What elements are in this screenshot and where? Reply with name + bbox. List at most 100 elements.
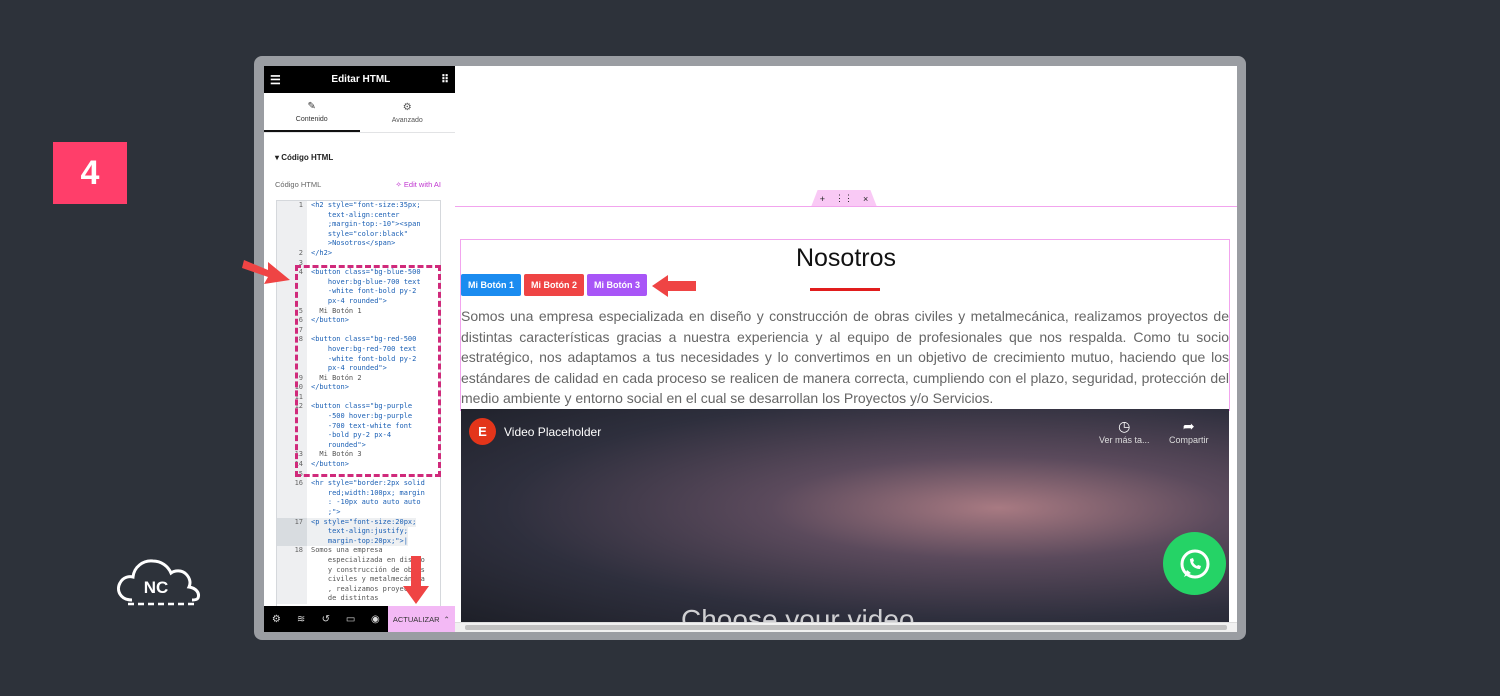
code-line[interactable]: ;margin-top:-10"><span: [277, 220, 440, 230]
scrollbar-thumb[interactable]: [465, 625, 1227, 630]
code-line[interactable]: text-align:center: [277, 210, 440, 221]
code-text: <p style="font-size:20px;: [307, 517, 417, 528]
nc-cloud-logo: NC: [114, 552, 204, 610]
whatsapp-icon[interactable]: [1163, 532, 1226, 595]
settings-icon[interactable]: ⚙: [264, 614, 289, 625]
step-number-badge: 4: [53, 142, 127, 204]
code-line[interactable]: 17 <p style="font-size:20px;: [277, 517, 440, 528]
section-title-label: Código HTML: [281, 153, 334, 162]
gear-icon: ⚙: [402, 101, 412, 113]
code-text: >Nosotros</span>: [311, 239, 396, 248]
elementor-logo-icon: E: [469, 418, 496, 445]
pencil-icon: ✎: [307, 100, 316, 112]
line-number: [277, 488, 307, 499]
arrow-left-icon: [652, 275, 696, 297]
editor-bottom-bar: ⚙ ≋ ↺ ▭ ◉ ACTUALIZAR ⌃: [264, 606, 455, 632]
code-text: ;margin-top:-10"><span: [311, 220, 421, 229]
code-line[interactable]: 1 <h2 style="font-size:35px;: [277, 201, 440, 211]
preview-canvas: + ⋮⋮ × Nosotros Mi Botón 1 Mi Botón 2 Mi…: [455, 66, 1237, 632]
line-number: 18: [277, 546, 307, 556]
edit-with-ai-link[interactable]: ✧ Edit with AI: [396, 180, 441, 189]
code-line[interactable]: 16 <hr style="border:2px solid: [277, 479, 440, 489]
mi-boton-2-button[interactable]: Mi Botón 2: [524, 274, 584, 296]
video-title[interactable]: Video Placeholder: [504, 425, 601, 439]
buttons-row: Mi Botón 1 Mi Botón 2 Mi Botón 3: [461, 274, 647, 296]
line-number: [277, 527, 307, 537]
line-number: 1: [277, 201, 307, 211]
tab-avanzado[interactable]: ⚙ Avanzado: [360, 93, 456, 132]
grid-apps-icon[interactable]: ⠿: [441, 73, 449, 86]
hamburger-menu-icon[interactable]: ☰: [270, 73, 281, 87]
watch-later-button[interactable]: ◷ Ver más ta...: [1099, 418, 1150, 445]
section-handle[interactable]: + ⋮⋮ ×: [811, 190, 877, 207]
share-button[interactable]: ➦ Compartir: [1169, 418, 1209, 445]
video-player[interactable]: E Video Placeholder ◷ Ver más ta... ➦ Co…: [461, 409, 1229, 632]
code-line[interactable]: : -10px auto auto auto: [277, 498, 440, 508]
add-icon[interactable]: +: [820, 194, 825, 204]
line-number: [277, 536, 307, 547]
about-paragraph: Somos una empresa especializada en diseñ…: [461, 308, 1229, 406]
code-line[interactable]: 2 </h2>: [277, 248, 440, 259]
code-text: <h2 style="font-size:35px;: [311, 201, 421, 209]
arrow-right-icon: [242, 260, 290, 284]
panel-header: ☰ Editar HTML ⠿: [264, 66, 455, 93]
section-toggle-codigo-html[interactable]: ▾ Código HTML: [275, 153, 455, 162]
line-number: 17: [277, 517, 307, 528]
share-icon: ➦: [1182, 418, 1195, 434]
code-line[interactable]: 18 Somos una empresa: [277, 546, 440, 556]
logo-text: NC: [144, 578, 169, 597]
line-number: [277, 575, 307, 585]
responsive-icon[interactable]: ▭: [338, 614, 363, 625]
actualizar-button[interactable]: ACTUALIZAR ⌃: [387, 606, 455, 632]
close-icon[interactable]: ×: [863, 194, 868, 204]
history-icon[interactable]: ↺: [313, 614, 338, 625]
code-line[interactable]: margin-top:20px;">|: [277, 536, 440, 547]
code-text: text-align:justify;: [307, 527, 408, 537]
tab-label: Avanzado: [391, 116, 423, 124]
update-label: ACTUALIZAR: [392, 614, 440, 624]
drag-handle-icon[interactable]: ⋮⋮: [835, 193, 853, 204]
arrow-down-icon: [403, 556, 429, 604]
code-text: margin-top:20px;">|: [307, 536, 408, 547]
code-text: ;">: [311, 508, 341, 516]
line-number: [277, 584, 307, 595]
clock-icon: ◷: [1118, 418, 1131, 434]
line-number: [277, 508, 307, 518]
share-label: Compartir: [1169, 435, 1209, 445]
code-line[interactable]: ;">: [277, 508, 440, 518]
line-number: [277, 555, 307, 566]
line-number: [277, 220, 307, 230]
tab-label: Contenido: [295, 115, 328, 123]
line-number: [277, 498, 307, 508]
code-text: style="color:black": [311, 229, 408, 238]
code-line[interactable]: style="color:black": [277, 229, 440, 240]
line-number: 16: [277, 479, 307, 489]
code-text: <hr style="border:2px solid: [311, 479, 425, 488]
code-text: red;width:100px; margin: [311, 488, 425, 497]
code-text: de distintas: [311, 594, 379, 603]
code-text: </h2>: [311, 248, 333, 257]
section-outline: [455, 206, 1237, 207]
line-number: [277, 239, 307, 249]
code-line[interactable]: >Nosotros</span>: [277, 239, 440, 249]
tab-contenido[interactable]: ✎ Contenido: [264, 93, 360, 132]
line-number: [277, 594, 307, 604]
code-line[interactable]: red;width:100px; margin: [277, 488, 440, 499]
red-divider: [810, 288, 880, 291]
watch-later-label: Ver más ta...: [1099, 435, 1150, 445]
code-line[interactable]: text-align:justify;: [277, 527, 440, 537]
line-number: [277, 229, 307, 240]
code-text: Somos una empresa: [311, 546, 383, 555]
horizontal-scrollbar[interactable]: [455, 622, 1237, 632]
chevron-up-icon[interactable]: ⌃: [444, 615, 450, 624]
highlight-box-buttons-code: [295, 265, 441, 477]
line-number: [277, 210, 307, 221]
caret-down-icon: ▾: [275, 153, 280, 162]
video-header: E Video Placeholder: [469, 418, 601, 445]
eye-preview-icon[interactable]: ◉: [363, 614, 388, 625]
mi-boton-1-button[interactable]: Mi Botón 1: [461, 274, 521, 296]
edit-ai-label: Edit with AI: [403, 180, 441, 189]
page-heading: Nosotros: [795, 244, 897, 272]
layers-icon[interactable]: ≋: [289, 614, 314, 625]
mi-boton-3-button[interactable]: Mi Botón 3: [587, 274, 647, 296]
